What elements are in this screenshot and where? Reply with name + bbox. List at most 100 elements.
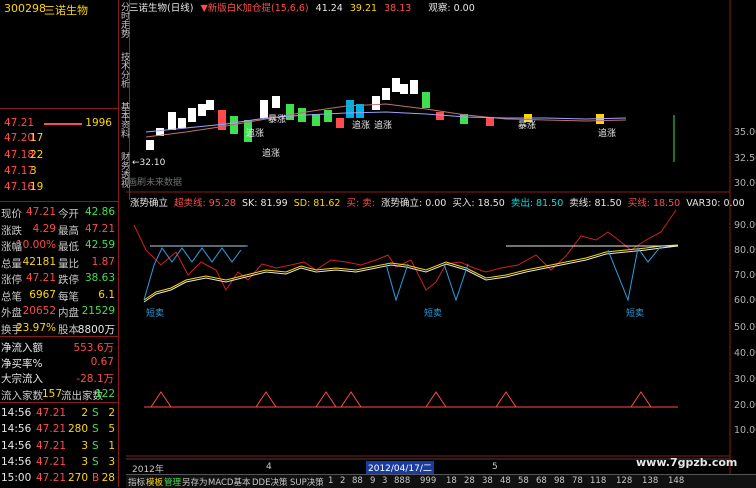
ob-price: 47.21 xyxy=(4,117,35,129)
candle xyxy=(346,100,354,118)
bottom-tab[interactable]: DDE决策 xyxy=(252,476,287,488)
bottom-tab[interactable]: 68 xyxy=(536,476,547,486)
quote-label: 跌停 xyxy=(58,274,79,286)
tick-row: 15:00 47.21 270 B 28 xyxy=(0,470,118,486)
quote-value: 47.21 xyxy=(25,206,56,218)
signal-triangle xyxy=(495,391,517,408)
tick-side: S xyxy=(92,455,99,468)
short-sell-label: 短卖 xyxy=(424,309,443,319)
quote-value: 42.59 xyxy=(84,239,115,251)
bottom-tab[interactable]: 28 xyxy=(464,476,475,486)
quote-label: 现价 xyxy=(1,208,22,220)
bottom-tab[interactable]: 999 xyxy=(420,476,436,486)
bottom-tab[interactable]: 18 xyxy=(446,476,457,486)
bottom-tab[interactable]: 模板 xyxy=(146,476,163,488)
bottom-tab[interactable]: 1 xyxy=(328,476,333,486)
candle xyxy=(436,112,444,120)
sd-line xyxy=(143,244,679,301)
orderbook-row: 47.17 3 xyxy=(0,164,118,179)
candle xyxy=(336,118,344,128)
quote-label: 总笔 xyxy=(1,290,22,303)
price-axis-label: 30.00 xyxy=(734,178,756,189)
bottom-tab[interactable]: 38 xyxy=(482,476,493,486)
quote-label: 股本 xyxy=(58,323,79,336)
indicator-axis-label: 50.00 xyxy=(734,322,756,333)
tick-volume: 280 xyxy=(67,423,88,436)
bottom-tab[interactable]: 138 xyxy=(642,476,658,486)
signal-triangle xyxy=(340,391,362,408)
quote-row: 涨幅 10.00% 最低 42.59 xyxy=(0,237,118,253)
bottom-tab[interactable]: 3 xyxy=(382,476,387,486)
signal-triangle xyxy=(630,391,652,408)
bottom-tab[interactable]: 148 xyxy=(668,476,684,486)
quote-panel: 300298 三诺生物 47.21 1996 47.20 17 47.18 22… xyxy=(0,0,119,487)
tick-price: 47.21 xyxy=(36,439,67,452)
quote-row: 总笔 6967 每笔 6.1 xyxy=(0,287,118,303)
bottom-tab[interactable]: 98 xyxy=(554,476,565,486)
quote-row: 涨跌 4.29 最高 47.21 xyxy=(0,221,118,237)
indicator-axis-label: 80.00 xyxy=(734,245,756,256)
quote-value: 4.29 xyxy=(32,222,56,235)
bottom-tab[interactable]: 128 xyxy=(616,476,632,486)
bottom-tab[interactable]: 888 xyxy=(394,476,410,486)
quote-value: 21529 xyxy=(81,305,115,317)
chart-canvas xyxy=(126,0,731,474)
tick-time: 14:56 xyxy=(1,407,32,419)
quote-value: 6.1 xyxy=(98,288,115,301)
price-axis-label: 32.50 xyxy=(734,153,756,164)
quote-label: 量比 xyxy=(58,257,79,270)
indicator-axis-label: 60.00 xyxy=(734,295,756,306)
quote-row: 现价 47.21 今开 42.86 xyxy=(0,204,118,220)
signal-triangle xyxy=(425,391,447,408)
orderbook-row: 47.16 19 xyxy=(0,180,118,195)
divider xyxy=(0,402,118,403)
bottom-tab[interactable]: 指标 xyxy=(128,476,145,488)
bottom-tab[interactable]: 78 xyxy=(572,476,583,486)
candle xyxy=(324,110,332,122)
flow-value: 0.67 xyxy=(90,355,114,368)
bottom-tab[interactable]: 2 xyxy=(340,476,345,486)
tick-side: S xyxy=(92,407,99,419)
tick-price: 47.21 xyxy=(36,407,67,419)
bottom-tab[interactable]: 管理 xyxy=(164,476,181,488)
quote-label: 每笔 xyxy=(58,290,79,303)
bottom-tab[interactable]: 48 xyxy=(500,476,511,486)
bottom-tab[interactable]: 88 xyxy=(352,476,363,486)
bottom-tab[interactable]: MACD基本 xyxy=(208,476,250,488)
quote-label: 最高 xyxy=(58,224,79,237)
bottom-tab[interactable]: 118 xyxy=(590,476,606,486)
orderbook-row: 47.20 17 xyxy=(0,131,118,146)
bottom-tab[interactable]: 另存为 xyxy=(182,476,208,488)
candle xyxy=(356,104,364,118)
flow-label: 大宗流入 xyxy=(1,373,43,385)
candle xyxy=(486,118,494,126)
candles xyxy=(146,78,604,150)
quote-value: 38.63 xyxy=(84,272,115,284)
flow-value: 553.6万 xyxy=(73,342,114,354)
signal-triangle xyxy=(315,391,337,408)
quote-label: 外盘 xyxy=(1,307,22,319)
quote-label: 今开 xyxy=(58,208,79,220)
bottom-tab[interactable]: 9 xyxy=(370,476,375,486)
quote-value: 1.87 xyxy=(91,255,115,268)
flow-label: 净买率% xyxy=(1,357,43,370)
candle xyxy=(382,88,390,100)
candle xyxy=(286,104,294,120)
quote-row: 总量 42181 量比 1.87 xyxy=(0,254,118,270)
stock-header: 300298 三诺生物 xyxy=(0,0,118,18)
short-line xyxy=(143,247,242,301)
outflow-count: 122 xyxy=(94,388,115,400)
ob-volume-bar xyxy=(44,123,82,125)
flow-row: 大宗流入 -28.1万 xyxy=(0,370,118,385)
divider xyxy=(0,108,118,109)
tick-time: 14:56 xyxy=(1,439,32,452)
tick-time: 14:56 xyxy=(1,455,32,468)
bottom-tab[interactable]: SUP决策 xyxy=(290,476,324,488)
indicator-axis-label: 70.00 xyxy=(734,270,756,281)
orderbook-row: 47.21 1996 xyxy=(0,116,118,131)
bottom-tab[interactable]: 58 xyxy=(518,476,529,486)
ob-volume: 3 xyxy=(30,165,37,177)
tick-count: 28 xyxy=(101,472,115,485)
time-selected-date: 2012/04/17/二 xyxy=(366,461,434,474)
candle xyxy=(372,96,380,110)
